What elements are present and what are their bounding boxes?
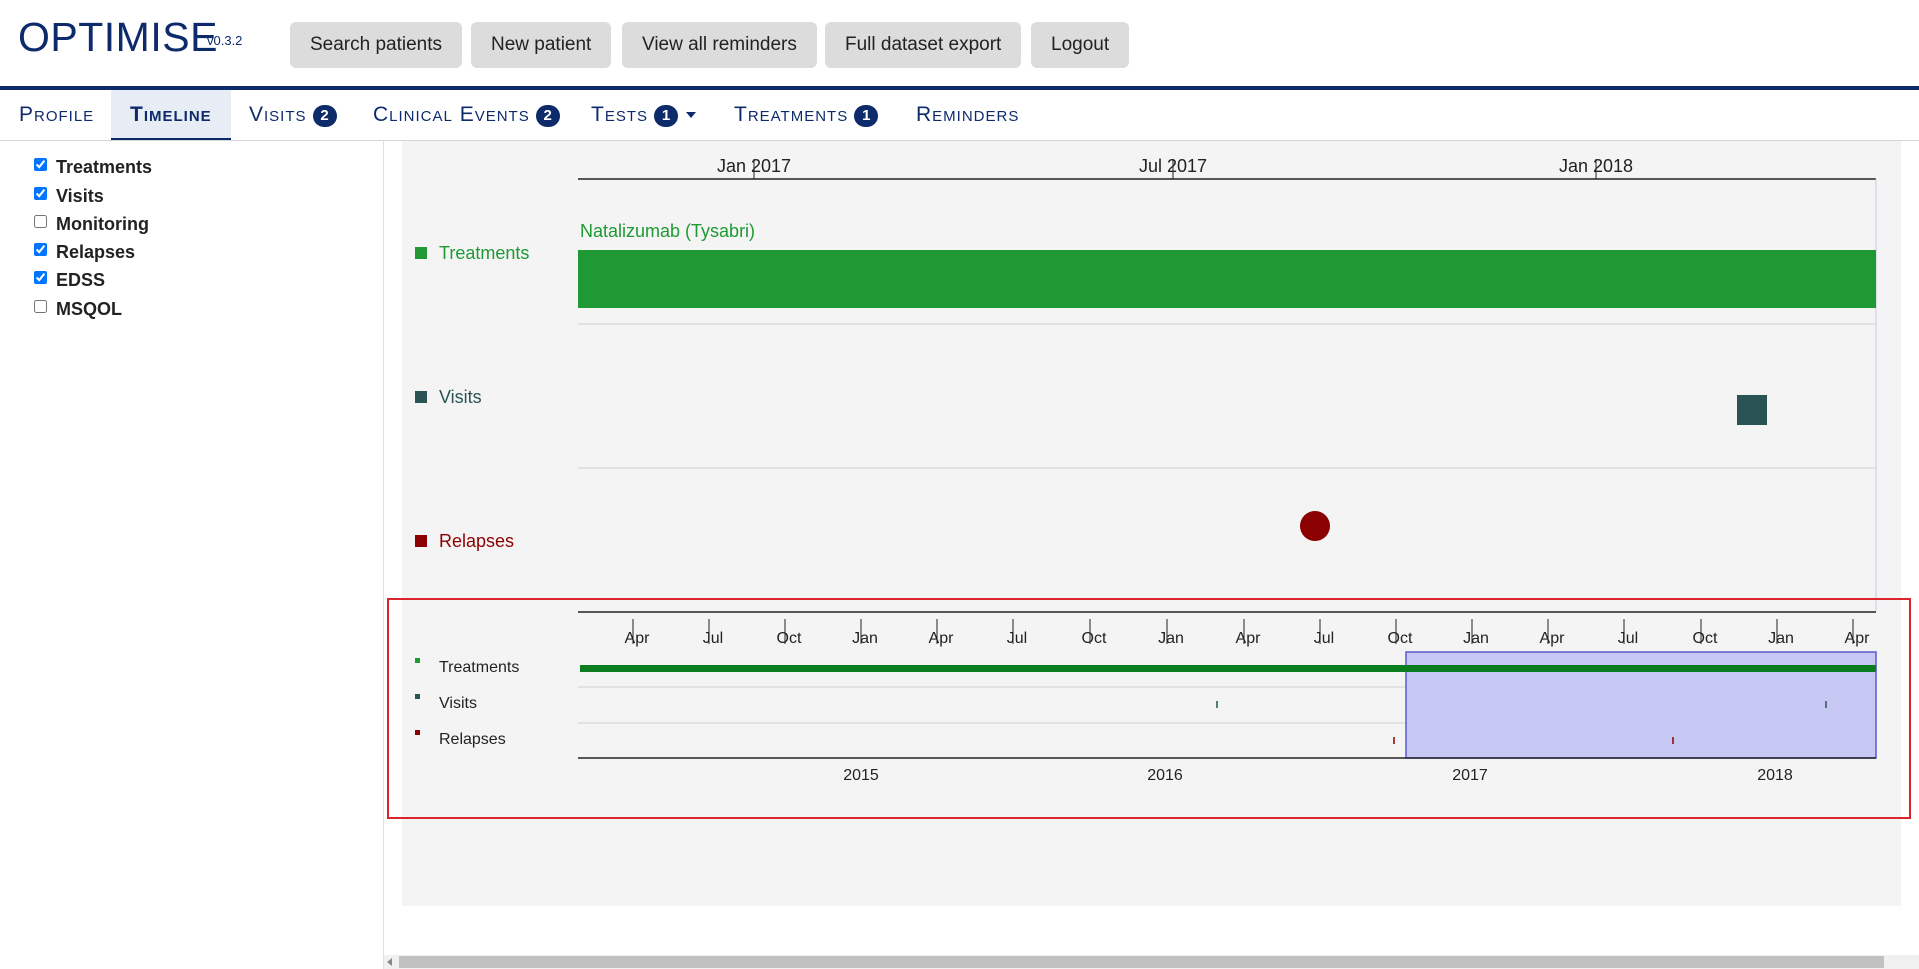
filter-monitoring-checkbox[interactable] [34,215,47,228]
scroll-left-arrow-icon[interactable] [387,958,392,966]
relapse-marker [1300,511,1330,541]
tab-clinical-events-label: Clinical Events [373,103,530,126]
tab-profile[interactable]: Profile [19,90,94,140]
filter-treatments-checkbox[interactable] [34,158,47,171]
search-patients-button[interactable]: Search patients [290,22,463,68]
logout-button[interactable]: Logout [1031,22,1130,68]
main-axis-tick-label: Jan 2017 [717,156,791,176]
treatments-legend-square [415,247,427,259]
tab-timeline-label: Timeline [130,103,212,126]
treatment-bar [578,250,1876,308]
tab-timeline[interactable]: Timeline [111,90,231,140]
tab-tests[interactable]: Tests 1 [591,90,697,140]
treatments-row-label: Treatments [439,243,529,263]
tab-treatments-count-badge: 1 [854,105,879,127]
relapses-legend-square [415,535,427,547]
tab-reminders[interactable]: Reminders [916,90,1019,140]
tab-reminders-label: Reminders [916,103,1020,126]
visits-legend-square [415,391,427,403]
tab-treatments[interactable]: Treatments 1 [734,90,879,140]
filter-treatments-label: Treatments [56,157,153,177]
app-version: v0.3.2 [207,33,243,48]
patient-tabs: Profile Timeline Visits 2 Clinical Events… [0,90,1919,141]
full-dataset-export-button[interactable]: Full dataset export [825,22,1022,68]
tab-visits-label: Visits [249,103,307,126]
filter-visits-label: Visits [56,186,104,206]
main-axis-tick-label: Jan 2018 [1559,156,1633,176]
filter-edss-checkbox[interactable] [34,271,47,284]
tab-profile-label: Profile [19,103,95,126]
chevron-down-icon [686,112,697,118]
relapses-row-label: Relapses [439,531,514,551]
tab-visits[interactable]: Visits 2 [249,90,337,140]
visits-row-label: Visits [439,387,482,407]
visit-marker [1737,395,1767,425]
timeline-filter-sidebar: Treatments Visits Monitoring Relapses ED… [0,141,384,969]
filter-relapses-label: Relapses [56,242,136,262]
treatment-name-label: Natalizumab (Tysabri) [580,221,755,241]
app-header: OPTIMISE v0.3.2 Search patients New pati… [0,0,1919,90]
filter-edss-label: EDSS [56,270,106,290]
app-title: OPTIMISE [18,14,218,60]
new-patient-button[interactable]: New patient [471,22,612,68]
filter-monitoring-label: Monitoring [56,214,149,234]
view-all-reminders-button[interactable]: View all reminders [622,22,817,68]
tab-tests-count-badge: 1 [654,105,679,127]
filter-relapses-checkbox[interactable] [34,243,47,256]
scrollbar-thumb[interactable] [399,956,1884,968]
filter-msqol-label: MSQOL [56,299,122,319]
tab-clinical-events[interactable]: Clinical Events 2 [373,90,560,140]
horizontal-scrollbar[interactable] [384,955,1919,969]
main-axis-tick-label: Jul 2017 [1139,156,1207,176]
tab-visits-count-badge: 2 [312,105,337,127]
filter-msqol-checkbox[interactable] [34,300,47,313]
tab-treatments-label: Treatments [734,103,849,126]
filter-visits-checkbox[interactable] [34,187,47,200]
overview-highlight-box [387,598,1911,819]
tab-tests-label: Tests [591,103,649,126]
tab-clinical-events-count-badge: 2 [535,105,560,127]
